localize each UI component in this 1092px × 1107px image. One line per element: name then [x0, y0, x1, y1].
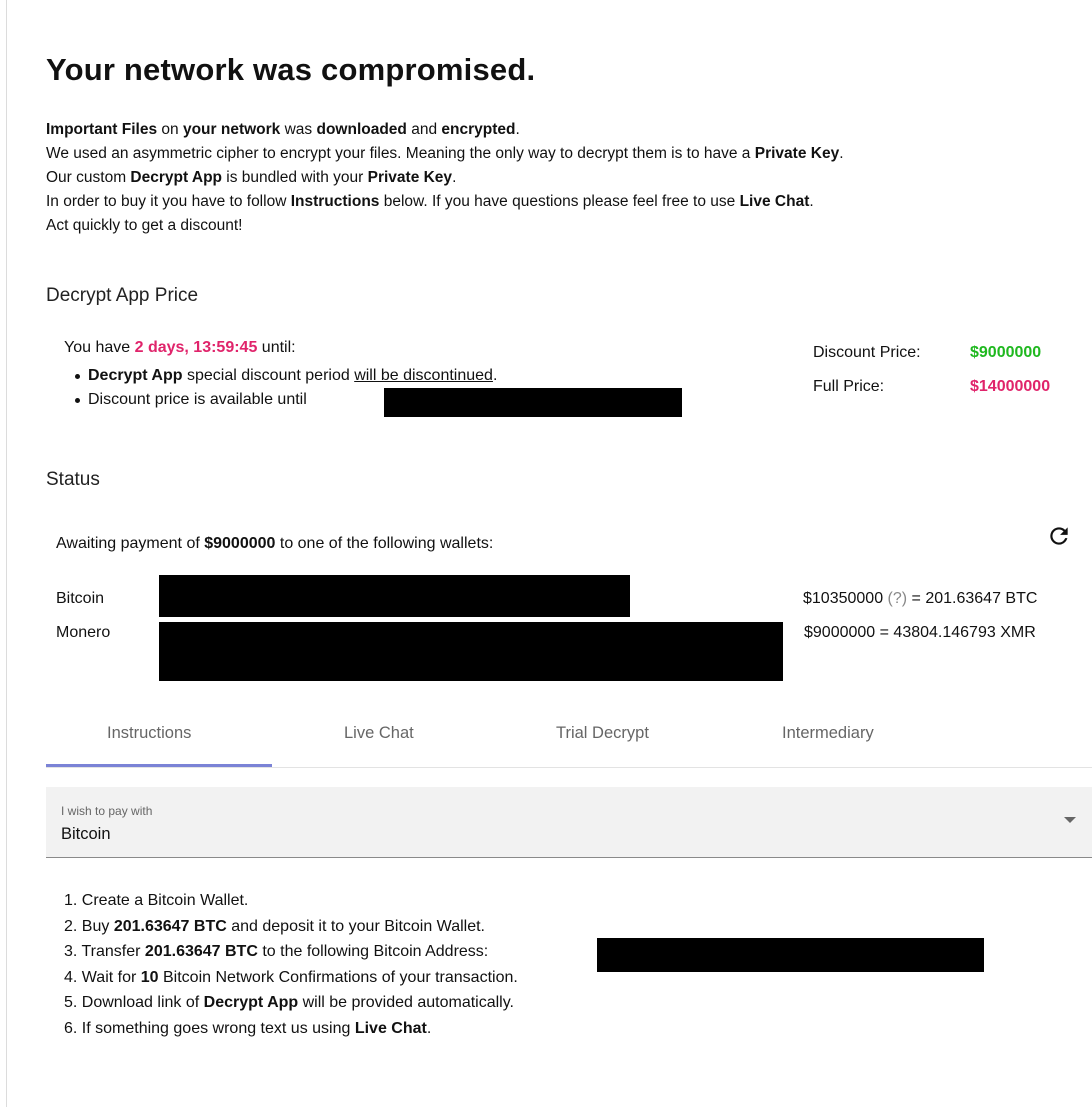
instruction-steps: 1. Create a Bitcoin Wallet. 2. Buy 201.6… [64, 888, 518, 1041]
tab-trial-decrypt[interactable]: Trial Decrypt [556, 724, 649, 743]
tab-live-chat[interactable]: Live Chat [344, 724, 414, 743]
tabs-divider [46, 767, 1092, 768]
tab-intermediary[interactable]: Intermediary [782, 724, 874, 743]
tab-instructions[interactable]: Instructions [107, 724, 191, 743]
refresh-icon[interactable] [1046, 523, 1072, 549]
active-tab-indicator [46, 764, 272, 767]
wallet-monero-label: Monero [56, 624, 111, 641]
full-price-value: $14000000 [970, 378, 1051, 395]
help-link[interactable]: (?) [888, 590, 908, 607]
step-3: 3. Transfer 201.63647 BTC to the followi… [64, 943, 489, 960]
wallet-bitcoin-label: Bitcoin [56, 590, 105, 607]
wallet-bitcoin-conversion: $10350000 (?) = 201.63647 BTC [803, 590, 1038, 607]
redaction-bar [597, 938, 984, 972]
bullet-discontinued: Decrypt App special discount period will… [74, 364, 497, 388]
left-border [6, 0, 7, 1107]
awaiting-amount: $9000000 [204, 535, 276, 552]
intro-line-2: We used an asymmetric cipher to encrypt … [46, 145, 844, 162]
select-value: Bitcoin [61, 825, 111, 843]
step-1: 1. Create a Bitcoin Wallet. [64, 892, 249, 909]
step-6: 6. If something goes wrong text us using… [64, 1019, 432, 1037]
discount-price-label: Discount Price: [813, 344, 921, 361]
select-label: I wish to pay with [61, 804, 153, 818]
discount-price-value: $9000000 [970, 344, 1042, 361]
step-4: 4. Wait for 10 Bitcoin Network Confirmat… [64, 968, 518, 986]
step-5: 5. Download link of Decrypt App will be … [64, 994, 514, 1011]
intro-line-3: Our custom Decrypt App is bundled with y… [46, 169, 457, 186]
payment-method-select[interactable]: I wish to pay with Bitcoin [46, 787, 1092, 858]
step-2: 2. Buy 201.63647 BTC and deposit it to y… [64, 917, 485, 935]
countdown-timer: 2 days, 13:59:45 [134, 339, 258, 356]
intro-text: Important Files on your network was down… [46, 118, 844, 238]
awaiting-payment-text: Awaiting payment of $9000000 to one of t… [56, 535, 494, 552]
wallet-monero-conversion: $9000000 = 43804.146793 XMR [804, 624, 1036, 641]
countdown-line: You have 2 days, 13:59:45 until: [64, 339, 296, 356]
redaction-bar [384, 388, 682, 417]
full-price-label: Full Price: [813, 378, 885, 395]
status-heading: Status [46, 469, 100, 490]
intro-line-4: In order to buy it you have to follow In… [46, 193, 814, 210]
redaction-bar [159, 575, 630, 617]
redaction-bar [159, 622, 783, 681]
intro-line-5: Act quickly to get a discount! [46, 217, 243, 234]
intro-line-1: Important Files on your network was down… [46, 121, 520, 138]
page-title: Your network was compromised. [46, 52, 536, 87]
price-heading: Decrypt App Price [46, 285, 199, 306]
dropdown-caret-icon[interactable] [1064, 817, 1076, 823]
